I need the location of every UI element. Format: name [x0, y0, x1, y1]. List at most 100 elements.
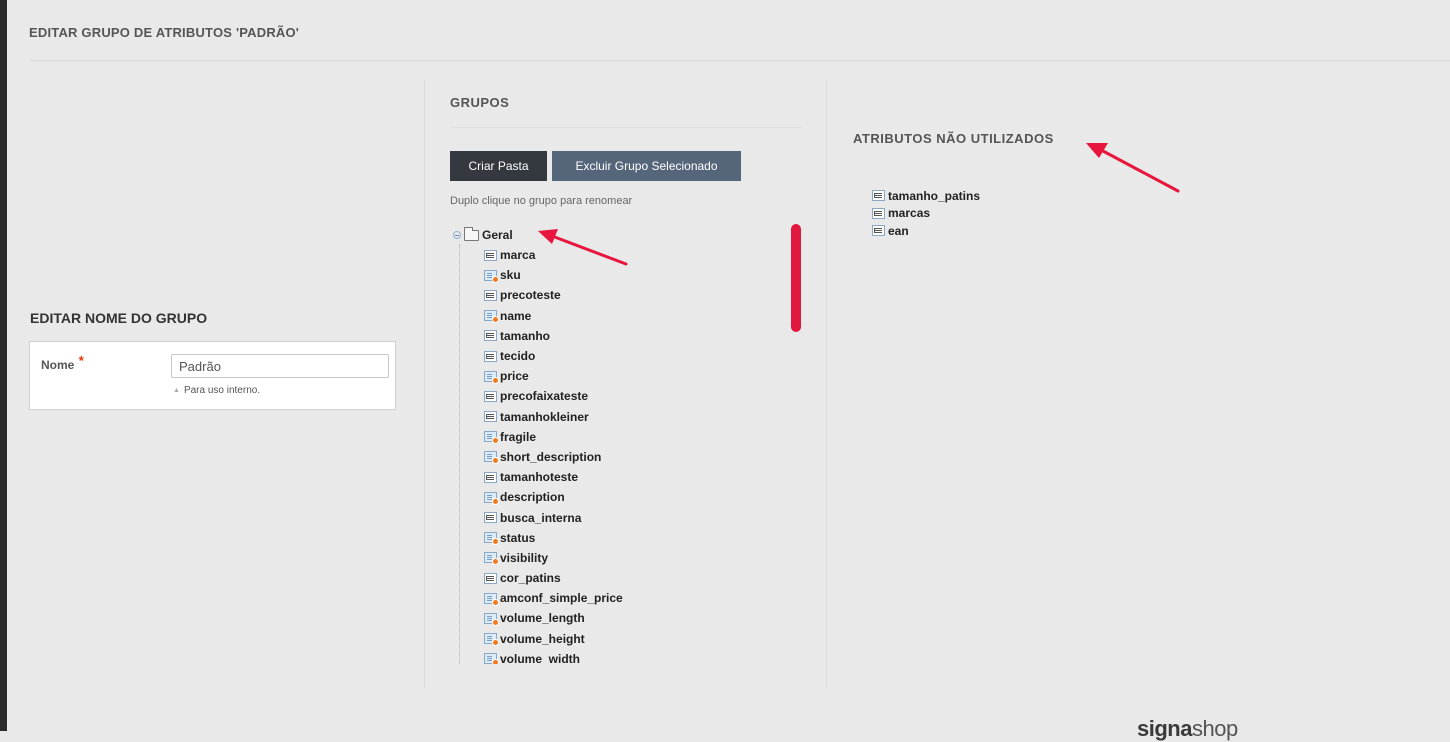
tree-attribute-item[interactable]: cor_patins: [484, 568, 623, 588]
footer-logo-thin: shop: [1191, 716, 1238, 741]
footer-logo-bold: signa: [1137, 716, 1192, 741]
tree-attribute-list: marca sku precoteste name tamanho tecido price…: [484, 245, 623, 664]
attribute-label[interactable]: short_description: [500, 450, 601, 464]
tree-help-text: Duplo clique no grupo para renomear: [450, 195, 633, 207]
create-folder-button[interactable]: Criar Pasta: [450, 151, 547, 181]
tree-attribute-item[interactable]: precoteste: [484, 285, 623, 305]
text-attribute-icon: [484, 289, 497, 301]
attribute-label[interactable]: price: [500, 369, 529, 383]
group-name-input[interactable]: [171, 354, 389, 378]
system-attribute-icon: [484, 552, 499, 566]
tree-attribute-item[interactable]: status: [484, 528, 623, 548]
name-field-label: Nome *: [41, 353, 84, 372]
attribute-label[interactable]: description: [500, 490, 565, 504]
tree-guide-line: [459, 244, 460, 664]
tree-attribute-item[interactable]: description: [484, 487, 623, 507]
attribute-label[interactable]: tamanho_patins: [888, 189, 980, 203]
attribute-label[interactable]: sku: [500, 268, 521, 282]
tree-attribute-item[interactable]: marcas: [872, 205, 980, 223]
tree-attribute-item[interactable]: volume_width: [484, 649, 623, 664]
system-attribute-icon: [484, 653, 499, 664]
groups-section-title: GRUPOS: [450, 95, 510, 110]
attribute-label[interactable]: busca_interna: [500, 511, 581, 525]
page-header: EDITAR GRUPO DE ATRIBUTOS 'PADRÃO': [29, 10, 1450, 61]
text-attribute-icon: [872, 190, 885, 202]
text-attribute-icon: [484, 330, 497, 342]
unused-attributes-section-title: ATRIBUTOS NÃO UTILIZADOS: [853, 131, 1054, 146]
attribute-label[interactable]: volume_height: [500, 632, 585, 646]
system-attribute-icon: [484, 491, 499, 505]
tree-attribute-item[interactable]: busca_interna: [484, 507, 623, 527]
attribute-label[interactable]: tamanho: [500, 329, 550, 343]
footer-logo: signashop: [1137, 716, 1238, 742]
attribute-label[interactable]: status: [500, 531, 535, 545]
system-attribute-icon: [484, 532, 499, 546]
collapse-toggle-icon[interactable]: [453, 231, 461, 239]
tree-attribute-item[interactable]: tamanhoteste: [484, 467, 623, 487]
text-attribute-icon: [872, 225, 885, 237]
text-attribute-icon: [484, 249, 497, 261]
page-title: EDITAR GRUPO DE ATRIBUTOS 'PADRÃO': [29, 25, 300, 40]
text-attribute-icon: [484, 512, 497, 524]
attribute-label[interactable]: tamanhoteste: [500, 470, 578, 484]
tree-attribute-item[interactable]: price: [484, 366, 623, 386]
system-attribute-icon: [484, 310, 499, 324]
tree-attribute-item[interactable]: marca: [484, 245, 623, 265]
text-attribute-icon: [484, 471, 497, 483]
text-attribute-icon: [484, 411, 497, 423]
system-attribute-icon: [484, 451, 499, 465]
delete-selected-group-button[interactable]: Excluir Grupo Selecionado: [552, 151, 741, 181]
groups-tree: Geral marca sku precoteste name tamanho tecid…: [453, 226, 783, 664]
tree-attribute-item[interactable]: volume_length: [484, 608, 623, 628]
tree-group-label[interactable]: Geral: [482, 228, 513, 242]
tree-attribute-item[interactable]: amconf_simple_price: [484, 588, 623, 608]
tree-scrollbar-thumb[interactable]: [791, 224, 801, 332]
attribute-label[interactable]: fragile: [500, 430, 536, 444]
attribute-label[interactable]: tecido: [500, 349, 535, 363]
tree-attribute-item[interactable]: short_description: [484, 447, 623, 467]
text-attribute-icon: [484, 350, 497, 362]
attribute-label[interactable]: cor_patins: [500, 571, 561, 585]
attribute-label[interactable]: name: [500, 309, 531, 323]
attribute-label[interactable]: precofaixateste: [500, 389, 588, 403]
attribute-label[interactable]: precoteste: [500, 288, 561, 302]
groups-divider: [450, 127, 802, 128]
system-attribute-icon: [484, 269, 499, 283]
attribute-label[interactable]: marcas: [888, 206, 930, 220]
attribute-label[interactable]: tamanhokleiner: [500, 410, 589, 424]
tree-attribute-item[interactable]: tamanho: [484, 326, 623, 346]
folder-icon: [464, 226, 479, 241]
tree-attribute-item[interactable]: tecido: [484, 346, 623, 366]
tree-attribute-item[interactable]: ean: [872, 222, 980, 240]
required-marker: *: [78, 353, 84, 368]
tree-attribute-item[interactable]: sku: [484, 265, 623, 285]
text-attribute-icon: [484, 572, 497, 584]
tree-attribute-item[interactable]: fragile: [484, 427, 623, 447]
tree-attribute-item[interactable]: name: [484, 306, 623, 326]
tree-attribute-item[interactable]: volume_height: [484, 629, 623, 649]
attribute-label[interactable]: volume_length: [500, 611, 585, 625]
attribute-label[interactable]: ean: [888, 224, 909, 238]
system-attribute-icon: [484, 592, 499, 606]
attribute-label[interactable]: volume_width: [500, 652, 580, 664]
name-field-hint: ▲ Para uso interno.: [173, 385, 260, 396]
attribute-label[interactable]: marca: [500, 248, 535, 262]
column-divider-right: [826, 80, 827, 688]
tree-attribute-item[interactable]: precofaixateste: [484, 386, 623, 406]
left-edge-bar: [0, 0, 7, 731]
tree-attribute-item[interactable]: tamanhokleiner: [484, 407, 623, 427]
system-attribute-icon: [484, 633, 499, 647]
tree-group-geral[interactable]: Geral: [453, 226, 513, 244]
column-divider-left: [424, 80, 425, 688]
attribute-label[interactable]: amconf_simple_price: [500, 591, 623, 605]
name-label-text: Nome: [41, 358, 75, 372]
attribute-label[interactable]: visibility: [500, 551, 548, 565]
text-attribute-icon: [484, 390, 497, 402]
tree-attribute-item[interactable]: tamanho_patins: [872, 187, 980, 205]
edit-name-section-title: EDITAR NOME DO GRUPO: [30, 310, 208, 326]
hint-text: Para uso interno.: [183, 385, 261, 396]
system-attribute-icon: [484, 431, 499, 445]
text-attribute-icon: [872, 207, 885, 219]
tree-attribute-item[interactable]: visibility: [484, 548, 623, 568]
system-attribute-icon: [484, 370, 499, 384]
